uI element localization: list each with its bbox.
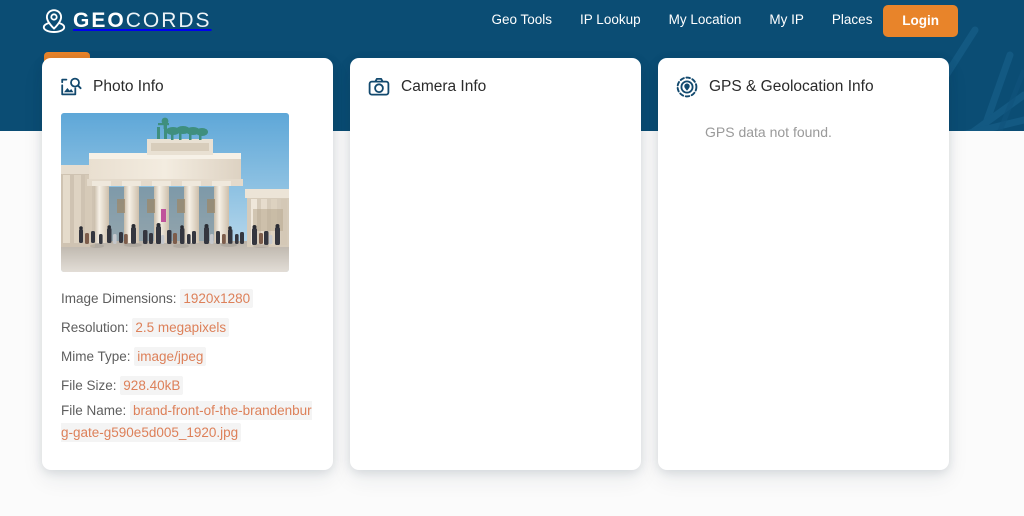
logo-wordmark: GEOCORDS: [73, 10, 212, 31]
nav-item-my-location[interactable]: My Location: [655, 11, 756, 29]
photo-info-header: Photo Info: [42, 58, 333, 99]
nav-item-my-ip[interactable]: My IP: [755, 11, 818, 29]
camera-info-body: [350, 99, 641, 122]
navigation-bar: GEOCORDS Geo Tools IP Lookup My Location…: [0, 0, 1024, 40]
photo-meta-list: Image Dimensions: 1920x1280 Resolution: …: [59, 284, 316, 444]
brandenburg-gate-image: [61, 113, 289, 272]
gps-target-icon: [675, 75, 699, 99]
nav-links: Geo Tools IP Lookup My Location My IP Pl…: [478, 11, 959, 29]
photo-thumbnail[interactable]: [61, 113, 289, 272]
camera-icon: [367, 75, 391, 99]
meta-label-mime-type: Mime Type:: [61, 349, 131, 364]
meta-row-image-dimensions: Image Dimensions: 1920x1280: [61, 284, 316, 313]
gps-info-empty-text: GPS data not found.: [675, 113, 932, 142]
site-logo[interactable]: GEOCORDS: [41, 4, 212, 36]
camera-info-header: Camera Info: [350, 58, 641, 99]
gps-info-title: GPS & Geolocation Info: [709, 77, 874, 97]
meta-value-file-size: 928.40kB: [120, 376, 183, 395]
cards-container: Photo Info: [0, 0, 1024, 516]
nav-item-places[interactable]: Places: [818, 11, 887, 29]
gps-info-card: GPS & Geolocation Info GPS data not foun…: [658, 58, 949, 470]
photo-info-title: Photo Info: [93, 77, 164, 97]
meta-row-resolution: Resolution: 2.5 megapixels: [61, 313, 316, 342]
nav-item-geo-tools[interactable]: Geo Tools: [478, 11, 567, 29]
photo-search-icon: [59, 75, 83, 99]
logo-text-cords: CORDS: [126, 9, 212, 32]
login-button[interactable]: Login: [883, 5, 958, 37]
meta-label-resolution: Resolution:: [61, 320, 129, 335]
meta-label-file-size: File Size:: [61, 378, 117, 393]
meta-row-file-size: File Size: 928.40kB: [61, 371, 316, 400]
logo-text-geo: GEO: [73, 9, 126, 32]
camera-info-card: Camera Info: [350, 58, 641, 470]
meta-label-file-name: File Name:: [61, 403, 126, 418]
meta-row-mime-type: Mime Type: image/jpeg: [61, 342, 316, 371]
camera-info-title: Camera Info: [401, 77, 486, 97]
gps-info-header: GPS & Geolocation Info: [658, 58, 949, 99]
nav-item-ip-lookup[interactable]: IP Lookup: [566, 11, 655, 29]
meta-row-file-name: File Name: brand-front-of-the-brandenbur…: [61, 400, 316, 444]
meta-value-mime-type: image/jpeg: [134, 347, 206, 366]
meta-label-image-dimensions: Image Dimensions:: [61, 291, 177, 306]
meta-value-resolution: 2.5 megapixels: [132, 318, 229, 337]
camera-info-empty-text: [367, 113, 624, 122]
photo-info-card: Photo Info: [42, 58, 333, 470]
map-pin-search-icon: [41, 7, 67, 34]
photo-info-body: Image Dimensions: 1920x1280 Resolution: …: [42, 99, 333, 444]
meta-value-image-dimensions: 1920x1280: [180, 289, 253, 308]
gps-info-body: GPS data not found.: [658, 99, 949, 142]
